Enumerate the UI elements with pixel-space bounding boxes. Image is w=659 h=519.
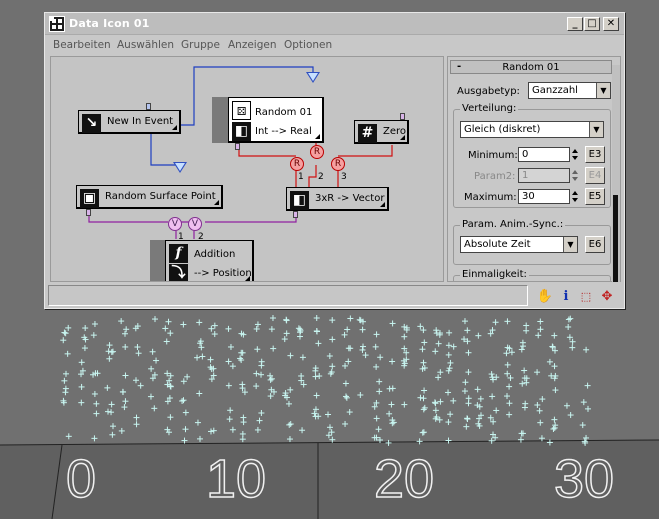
hand-icon[interactable]: ✋ (536, 288, 554, 306)
sync-e6-button[interactable]: E6 (585, 236, 605, 253)
param2-label: Param2: (474, 171, 516, 182)
minimum-input[interactable]: 0 (518, 147, 570, 162)
einmaligkeit-title: Einmaligkeit: (460, 269, 529, 280)
r-connector-1[interactable]: R (290, 157, 304, 171)
param2-spinner (571, 168, 579, 183)
node-addition-priority-bar (150, 240, 166, 281)
data-icon: ◧ (290, 191, 309, 210)
floor-digit-30: 30 (553, 449, 615, 509)
surface-icon: ▣ (80, 189, 99, 208)
v-connector-2[interactable]: V (188, 217, 202, 231)
select-icon[interactable]: ⬚ (577, 288, 595, 306)
verteilung-title: Verteilung: (460, 103, 519, 114)
menu-anzeigen[interactable]: Anzeigen (228, 39, 277, 51)
title-bar[interactable]: Data Icon 01 _ □ ✕ (45, 13, 624, 35)
minimum-spinner[interactable] (571, 147, 579, 162)
new-event-icon: ↘ (82, 114, 101, 133)
menu-gruppe[interactable]: Gruppe (181, 39, 220, 51)
node-new-in-event-label: New In Event (107, 116, 174, 127)
scrollbar-thumb[interactable] (613, 195, 618, 282)
dice-icon: ⚄ (232, 101, 251, 120)
node-editor-canvas[interactable]: ↘ New In Event 02 ⚄ Random 01 ◧ Int --> … (50, 56, 444, 282)
ausgabetyp-select[interactable]: Ganzzahl ▼ (528, 82, 611, 99)
port-surface[interactable] (86, 209, 91, 216)
v-connector-1[interactable]: V (168, 217, 182, 231)
data-icon: ◧ (232, 122, 251, 141)
status-bar (48, 285, 528, 306)
event-input-marker (306, 72, 320, 83)
menu-optionen[interactable]: Optionen (284, 39, 332, 51)
position-icon: ⤵ (169, 264, 188, 281)
node-new-in-event[interactable]: ↘ New In Event (78, 110, 181, 134)
r-connector-2[interactable]: R (310, 145, 324, 159)
move-icon[interactable]: ✥ (598, 288, 616, 306)
chevron-down-icon[interactable]: ▼ (596, 83, 610, 98)
port-zero[interactable] (400, 113, 405, 120)
node-addition-label: Addition (194, 249, 236, 260)
node-vector-label: 3xR -> Vector (315, 193, 385, 204)
verteilung-value: Gleich (diskret) (464, 124, 541, 135)
port-random[interactable] (235, 143, 240, 150)
menu-bar: Bearbeiten Auswählen Gruppe Anzeigen Opt… (45, 36, 624, 54)
port-new-in-event[interactable] (146, 103, 151, 110)
node-zero[interactable]: # Zero (354, 120, 409, 144)
minimum-e3-button[interactable]: E3 (585, 146, 605, 163)
node-random-priority-bar (212, 97, 228, 143)
function-icon: f (169, 244, 188, 263)
panel-scrollbar[interactable] (612, 65, 620, 282)
minimize-button[interactable]: _ (567, 17, 583, 31)
sync-title: Param. Anim.-Sync.: (460, 219, 566, 230)
minimum-value: 0 (522, 149, 529, 160)
port-vector[interactable] (293, 211, 298, 218)
floor-digit-0: 0 (65, 449, 97, 509)
close-button[interactable]: ✕ (603, 17, 619, 31)
app-icon (49, 16, 65, 32)
vector-port-1: 1 (298, 172, 304, 182)
node-vector[interactable]: ◧ 3xR -> Vector (286, 187, 389, 211)
param2-input: 1 (518, 168, 570, 183)
hash-icon: # (358, 124, 377, 143)
parameter-panel: - Random 01 Ausgabetyp: Ganzzahl ▼ Verte… (447, 56, 621, 282)
node-random-label: Random 01 (255, 107, 313, 118)
maximum-spinner[interactable] (571, 189, 579, 204)
verteilung-select[interactable]: Gleich (diskret) ▼ (460, 121, 604, 138)
chevron-down-icon[interactable]: ▼ (563, 237, 577, 252)
node-random-surface-point[interactable]: ▣ Random Surface Point (76, 185, 223, 209)
data-icon-window: Data Icon 01 _ □ ✕ Bearbeiten Auswählen … (44, 12, 625, 309)
node-random[interactable]: ⚄ Random 01 ◧ Int --> Real (228, 97, 324, 143)
vector-port-3: 3 (341, 172, 347, 182)
maximum-value: 30 (522, 191, 535, 202)
menu-auswaehlen[interactable]: Auswählen (117, 39, 174, 51)
node-surface-label: Random Surface Point (105, 191, 216, 202)
ausgabetyp-label: Ausgabetyp: (457, 86, 520, 97)
param2-e4-button: E4 (585, 167, 605, 184)
maximum-label: Maximum: (464, 192, 517, 203)
vector-port-2: 2 (318, 172, 324, 182)
r-connector-3[interactable]: R (331, 157, 345, 171)
floor-digit-10: 10 (205, 449, 267, 509)
floor-digit-20: 20 (373, 449, 435, 509)
ausgabetyp-value: Ganzzahl (532, 85, 578, 96)
node-addition-sublabel: --> Position (194, 268, 252, 279)
event-output-marker (173, 162, 187, 173)
node-addition[interactable]: f Addition ⤵ --> Position (165, 240, 254, 281)
node-random-sublabel: Int --> Real (255, 126, 312, 137)
rollout-header[interactable]: - Random 01 (450, 60, 612, 74)
rollout-title: Random 01 (502, 62, 560, 73)
sync-value: Absolute Zeit (464, 239, 531, 250)
maximum-input[interactable]: 30 (518, 189, 570, 204)
window-title: Data Icon 01 (69, 17, 150, 30)
chevron-down-icon[interactable]: ▼ (589, 122, 603, 137)
minimum-label: Minimum: (468, 150, 518, 161)
maximum-e5-button[interactable]: E5 (585, 188, 605, 205)
param2-value: 1 (522, 170, 529, 181)
info-icon[interactable]: i (557, 288, 575, 306)
maximize-button[interactable]: □ (584, 17, 600, 31)
menu-bearbeiten[interactable]: Bearbeiten (53, 39, 111, 51)
sync-select[interactable]: Absolute Zeit ▼ (460, 236, 578, 253)
